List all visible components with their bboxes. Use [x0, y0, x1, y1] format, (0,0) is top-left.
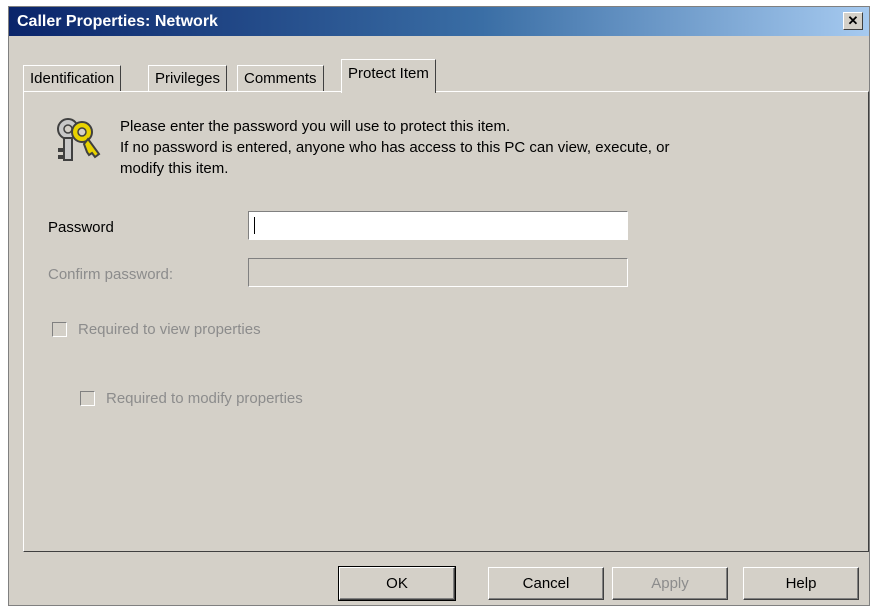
dialog-window: Caller Properties: Network ✕ Identificat…: [8, 6, 870, 606]
tab-panel-protect-item: Please enter the password you will use t…: [23, 91, 869, 552]
password-field[interactable]: [248, 211, 628, 240]
tab-label: Protect Item: [348, 65, 429, 82]
required-to-modify-checkbox[interactable]: [80, 391, 95, 406]
required-to-view-label: Required to view properties: [78, 321, 261, 338]
title-bar[interactable]: Caller Properties: Network ✕: [9, 7, 869, 36]
ok-button[interactable]: OK: [338, 566, 456, 601]
password-label: Password: [48, 219, 114, 236]
tab-comments[interactable]: Comments: [237, 65, 324, 91]
required-to-view-checkbox[interactable]: [52, 322, 67, 337]
window-title: Caller Properties: Network: [17, 13, 218, 30]
help-button[interactable]: Help: [743, 567, 859, 600]
tab-privileges[interactable]: Privileges: [148, 65, 228, 91]
confirm-password-label: Confirm password:: [48, 266, 174, 283]
tab-protect-item[interactable]: Protect Item: [341, 59, 436, 93]
tab-label: Privileges: [155, 70, 221, 87]
confirm-password-field[interactable]: [248, 258, 628, 287]
text-caret: [254, 217, 255, 234]
info-line-3: modify this item.: [120, 160, 229, 177]
tab-label: Comments: [244, 70, 317, 87]
info-line-2: If no password is entered, anyone who ha…: [120, 139, 670, 156]
apply-button[interactable]: Apply: [612, 567, 728, 600]
keys-icon: [57, 118, 101, 161]
required-to-modify-label: Required to modify properties: [106, 390, 303, 407]
close-icon: ✕: [847, 13, 859, 28]
info-line-1: Please enter the password you will use t…: [120, 118, 511, 135]
close-button[interactable]: ✕: [843, 12, 863, 30]
cancel-button[interactable]: Cancel: [488, 567, 604, 600]
tab-identification[interactable]: Identification: [23, 65, 122, 91]
protect-info-text: Please enter the password you will use t…: [120, 116, 840, 179]
tab-label: Identification: [30, 70, 115, 87]
